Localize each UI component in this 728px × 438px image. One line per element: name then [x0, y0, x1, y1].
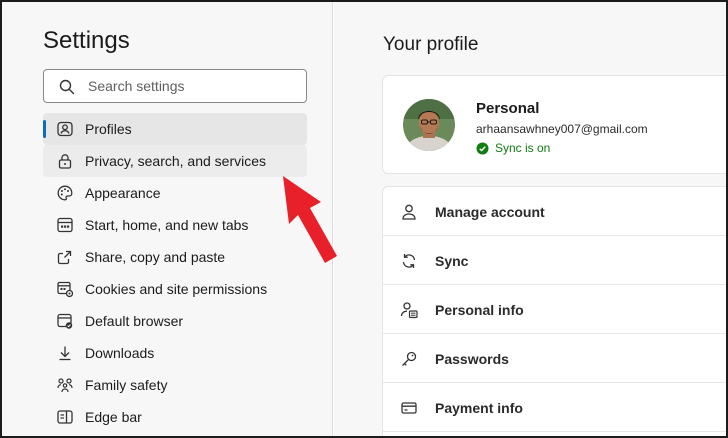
option-label: Personal info	[435, 302, 524, 318]
share-icon	[57, 250, 72, 265]
sidebar-item-label: Edge bar	[85, 409, 142, 425]
sidebar-item-label: Downloads	[85, 345, 155, 361]
sidebar-item-share[interactable]: Share, copy and paste	[43, 241, 307, 273]
sync-status: Sync is on	[476, 141, 550, 155]
main-content: Your profile Personal arhaansawhney007@g…	[334, 0, 728, 438]
search-box[interactable]	[43, 69, 307, 103]
personal-info-icon	[400, 302, 418, 319]
avatar-photo-icon	[403, 99, 455, 151]
passwords-row[interactable]: Passwords	[383, 334, 728, 383]
sidebar-item-appearance[interactable]: Appearance	[43, 177, 307, 209]
sidebar-item-label: Start, home, and new tabs	[85, 217, 249, 233]
sidebar-item-label: Share, copy and paste	[85, 249, 226, 265]
option-label: Payment info	[435, 400, 523, 416]
sidebar-item-cookies[interactable]: Cookies and site permissions	[43, 273, 307, 305]
profile-card: Personal arhaansawhney007@gmail.com Sync…	[382, 75, 728, 174]
sidebar-item-label: Default browser	[85, 313, 184, 329]
personal-info-row[interactable]: Personal info	[383, 285, 728, 334]
page-title: Your profile	[383, 34, 479, 55]
sync-icon	[402, 254, 416, 268]
option-label: Manage account	[435, 204, 545, 220]
download-icon	[59, 346, 71, 361]
manage-account-row[interactable]: Manage account	[383, 187, 728, 236]
sidebar-item-label: Family safety	[85, 377, 168, 393]
family-icon	[57, 378, 73, 393]
default-browser-icon	[57, 313, 73, 329]
sync-status-text: Sync is on	[495, 141, 551, 155]
settings-title: Settings	[43, 27, 130, 54]
sidebar-item-label: Profiles	[85, 121, 132, 137]
sidebar-item-privacy[interactable]: Privacy, search, and services	[43, 145, 307, 177]
option-label: Sync	[435, 253, 469, 269]
sidebar-item-label: Appearance	[85, 185, 161, 201]
option-label: Passwords	[435, 351, 509, 367]
sidebar-item-family-safety[interactable]: Family safety	[43, 369, 307, 401]
check-circle-icon	[476, 142, 489, 154]
credit-card-icon	[401, 402, 417, 414]
search-icon	[59, 79, 75, 95]
active-indicator	[43, 120, 46, 138]
profile-options-list: Manage account Sync Personal info Passwo…	[382, 186, 728, 438]
sidebar-item-label: Cookies and site permissions	[85, 281, 268, 297]
sidebar-item-downloads[interactable]: Downloads	[43, 337, 307, 369]
annotation-arrow-icon	[283, 176, 337, 263]
sidebar-item-label: Privacy, search, and services	[85, 153, 267, 169]
edge-bar-icon	[57, 410, 73, 424]
profiles-icon	[57, 121, 73, 137]
cookies-icon	[57, 281, 74, 298]
lock-icon	[58, 154, 72, 169]
home-tabs-icon	[57, 217, 73, 233]
payment-info-row[interactable]: Payment info	[383, 383, 728, 432]
palette-icon	[57, 185, 73, 201]
profile-name: Personal	[476, 100, 540, 117]
sidebar-item-profiles[interactable]: Profiles	[43, 113, 307, 145]
sidebar-item-start-home[interactable]: Start, home, and new tabs	[43, 209, 307, 241]
profile-email: arhaansawhney007@gmail.com	[476, 122, 648, 136]
key-icon	[402, 351, 417, 366]
avatar[interactable]	[403, 99, 455, 151]
sidebar-item-default-browser[interactable]: Default browser	[43, 305, 307, 337]
search-input[interactable]	[88, 71, 298, 101]
settings-nav: Profiles Privacy, search, and services A…	[43, 113, 307, 433]
person-icon	[402, 204, 416, 220]
sync-row[interactable]: Sync	[383, 236, 728, 285]
sidebar-item-edge-bar[interactable]: Edge bar	[43, 401, 307, 433]
